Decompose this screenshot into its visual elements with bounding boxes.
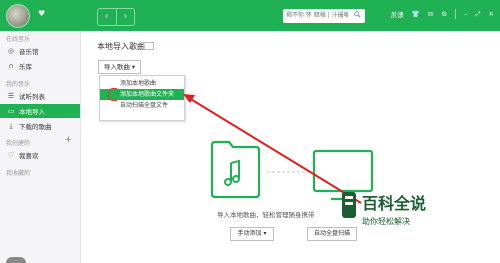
download-icon: ⤓ — [9, 121, 13, 130]
headphones-icon: ∩ — [8, 62, 14, 70]
sidebar-item-label: 下载的歌曲 — [19, 123, 52, 131]
empty-state-illustration — [183, 94, 374, 204]
gear-icon[interactable]: ⚙ — [441, 10, 447, 18]
sidebar-item-local-import[interactable]: ▭ 本地导入 — [0, 104, 80, 118]
divider — [455, 9, 457, 19]
disc-icon: ◎ — [7, 47, 15, 55]
navigation-buttons: ‹ › — [97, 8, 135, 26]
watermark: 百科全说 助你轻松解决 — [342, 190, 462, 227]
feedback-link[interactable]: 反馈 — [391, 9, 404, 19]
maximize-icon[interactable]: ⤢ — [475, 10, 480, 19]
footer-logo — [6, 257, 26, 263]
search-box[interactable] — [283, 9, 365, 23]
dropdown-arrow-icon: ▾ — [261, 230, 267, 237]
sidebar-item-playlist[interactable]: ☰ 试听列表 — [0, 89, 80, 103]
sidebar-item-library[interactable]: ∩ 乐库 — [0, 59, 80, 73]
mail-icon[interactable]: ✉ — [428, 10, 433, 18]
sidebar-item-label: 试听列表 — [19, 93, 45, 101]
main-content: 本地导入歌曲 导入歌曲 ▾ 添加本地歌曲 添加本地歌曲文件夹 自动扫描全盘文件 — [81, 31, 500, 263]
monitor-icon: ▭ — [7, 107, 15, 115]
sidebar-item-label: 我喜欢 — [19, 152, 39, 160]
sidebar-item-favorites[interactable]: ♡ 我喜欢 — [0, 148, 80, 162]
manual-add-label: 手动添加 — [237, 230, 262, 237]
empty-state-caption: 导入本地歌曲，轻松管理随身携带 — [217, 211, 315, 219]
watermark-subtitle: 助你轻松解决 — [362, 217, 410, 226]
section-online-music: 在线音乐 — [6, 36, 31, 43]
sidebar-item-label: 乐库 — [19, 63, 32, 71]
avatar[interactable] — [6, 4, 30, 28]
forward-button[interactable]: › — [115, 9, 135, 25]
sidebar-item-downloads[interactable]: ⤓ 下载的歌曲 — [0, 119, 80, 133]
auto-scan-label: 自动全盘扫描 — [313, 230, 350, 237]
back-button[interactable]: ‹ — [98, 9, 116, 25]
heart-outline-icon: ♡ — [7, 151, 15, 159]
minimize-icon[interactable]: – — [464, 10, 467, 18]
heart-icon: ♥ — [38, 9, 46, 18]
list-icon: ☰ — [7, 92, 15, 100]
shirt-icon[interactable]: 👕 — [412, 10, 420, 18]
search-icon[interactable] — [354, 11, 361, 18]
close-icon[interactable]: ✕ — [489, 10, 494, 18]
music-folder-icon — [210, 140, 261, 199]
window-controls: 反馈 👕 ✉ ⚙ – ⤢ ✕ — [391, 9, 494, 19]
sidebar-item-label: 本地导入 — [19, 108, 45, 116]
top-bar: ♥ ‹ › 反馈 👕 ✉ ⚙ – ⤢ ✕ — [0, 0, 500, 31]
section-collected: 我收藏的 — [6, 170, 31, 177]
sidebar-item-music-hall[interactable]: ◎ 音乐馆 — [0, 44, 80, 58]
red-arrow-annotation — [183, 94, 362, 204]
watermark-logo-icon — [342, 192, 356, 218]
sidebar: 在线音乐 ◎ 音乐馆 ∩ 乐库 我的音乐 ☰ 试听列表 ▭ 本地导入 ⤓ 下载的… — [0, 31, 81, 263]
watermark-title: 百科全说 — [362, 194, 427, 213]
auto-scan-button[interactable]: 自动全盘扫描 — [307, 227, 357, 241]
add-playlist-icon[interactable]: + — [64, 135, 72, 145]
search-input[interactable] — [286, 10, 348, 21]
section-created: 我创建的 — [6, 140, 31, 147]
sidebar-item-label: 音乐馆 — [19, 48, 39, 56]
section-my-music: 我的音乐 — [6, 81, 31, 88]
manual-add-button[interactable]: 手动添加 ▾ — [230, 227, 274, 241]
